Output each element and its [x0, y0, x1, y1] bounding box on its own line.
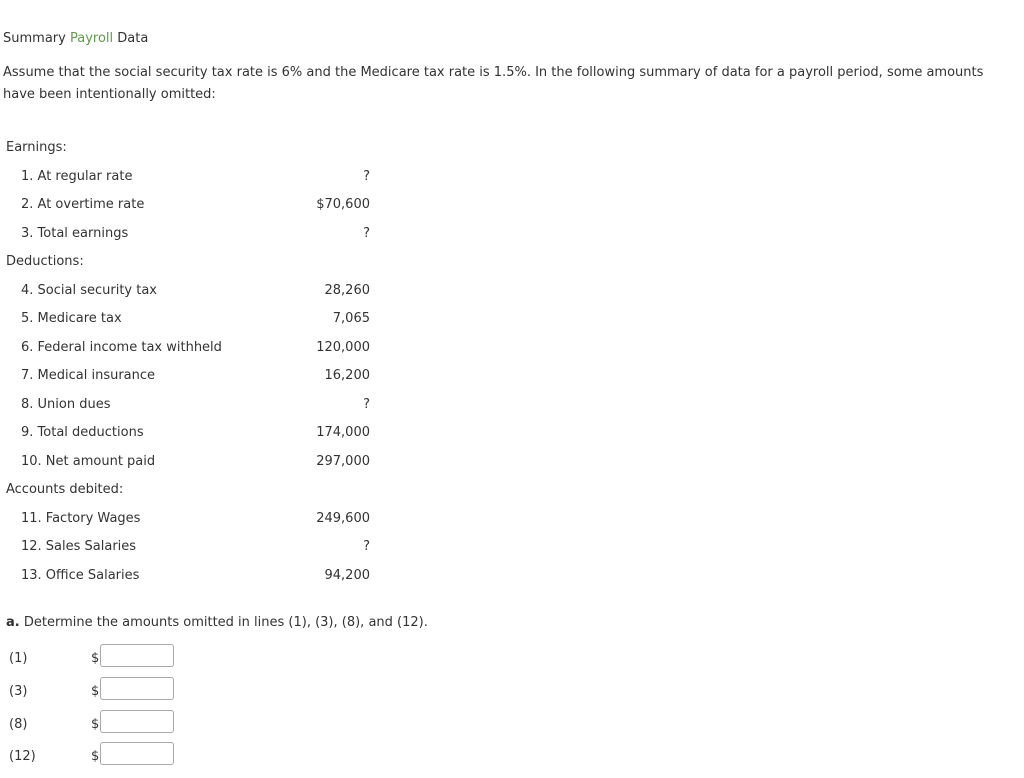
row-value: 94,200 — [324, 567, 371, 583]
row-value: 16,200 — [324, 368, 371, 383]
answer-input-line-8[interactable] — [100, 709, 174, 733]
answer-label: (8) — [9, 716, 28, 732]
section-label: Accounts debited: — [6, 482, 124, 497]
row-value: ? — [363, 396, 370, 412]
table-row: 8. Union dues? — [0, 391, 380, 420]
payroll-summary-table: Earnings: 1. At regular rate? 2. At over… — [0, 134, 380, 590]
dollar-sign: $ — [91, 716, 100, 732]
section-heading-earnings: Earnings: — [0, 134, 380, 163]
answer-label: (1) — [9, 651, 28, 666]
dollar-sign: $ — [91, 651, 100, 666]
row-label: 13. Office Salaries — [21, 567, 140, 583]
table-row: 13. Office Salaries 94,200 — [0, 562, 380, 591]
row-value: ? — [363, 539, 370, 554]
answer-input-line-3[interactable] — [100, 676, 174, 700]
table-row: 1. At regular rate? — [0, 163, 380, 192]
row-value: 120,000 — [316, 339, 370, 355]
row-label: 3. Total earnings — [21, 225, 129, 241]
section-heading-accounts: Accounts debited: — [0, 476, 380, 505]
table-row: 5. Medicare tax 7,065 — [0, 305, 380, 334]
row-label: 2. At overtime rate — [21, 197, 145, 212]
row-value: ? — [363, 225, 370, 241]
answer-input-line-12[interactable] — [100, 742, 174, 766]
table-row: 9. Total deductions 174,000 — [0, 419, 380, 448]
row-label: 6. Federal income tax withheld — [21, 339, 222, 355]
question-marker: a. — [6, 615, 20, 630]
row-label: 4. Social security tax — [21, 282, 158, 298]
row-value: 249,600 — [316, 510, 370, 526]
row-label: 12. Sales Salaries — [21, 539, 137, 554]
table-row: 3. Total earnings? — [0, 220, 380, 249]
row-value: $70,600 — [316, 197, 370, 212]
title-suffix: Data — [113, 31, 149, 46]
row-value: 174,000 — [316, 425, 370, 440]
row-label: 5. Medicare tax — [21, 311, 122, 326]
title-accent: Payroll — [69, 31, 114, 46]
row-label: 11. Factory Wages — [21, 510, 141, 526]
table-row: 11. Factory Wages 249,600 — [0, 505, 380, 534]
row-label: 1. At regular rate — [21, 168, 133, 184]
row-label: 8. Union dues — [21, 396, 111, 412]
question-text: Determine the amounts omitted in lines (… — [19, 615, 428, 630]
intro-paragraph: Assume that the social security tax rate… — [3, 65, 984, 102]
table-row: 7. Medical insurance 16,200 — [0, 362, 380, 391]
table-row: 2. At overtime rate $70,600 — [0, 191, 380, 220]
section-label: Earnings: — [6, 140, 67, 155]
row-value: 7,065 — [332, 311, 370, 326]
row-label: 10. Net amount paid — [21, 453, 156, 469]
answer-label: (3) — [9, 683, 28, 699]
row-label: 9. Total deductions — [21, 425, 144, 440]
row-value: 28,260 — [324, 282, 371, 298]
table-row: 6. Federal income tax withheld 120,000 — [0, 334, 380, 363]
title-prefix: Summary — [3, 31, 70, 46]
row-value: 297,000 — [316, 453, 370, 469]
table-row: 10. Net amount paid 297,000 — [0, 448, 380, 477]
question-a: a. Determine the amounts omitted in line… — [6, 614, 428, 632]
answer-input-line-1[interactable] — [100, 644, 174, 667]
section-label: Deductions: — [6, 254, 84, 269]
answer-label: (12) — [9, 749, 36, 765]
row-label: 7. Medical insurance — [21, 368, 156, 383]
table-row: 4. Social security tax 28,260 — [0, 277, 380, 306]
dollar-sign: $ — [91, 683, 100, 699]
table-row: 12. Sales Salaries? — [0, 533, 380, 562]
section-heading-deductions: Deductions: — [0, 248, 380, 277]
row-value: ? — [363, 168, 370, 184]
dollar-sign: $ — [91, 749, 100, 765]
page-title: Summary Payroll Data — [3, 30, 148, 48]
